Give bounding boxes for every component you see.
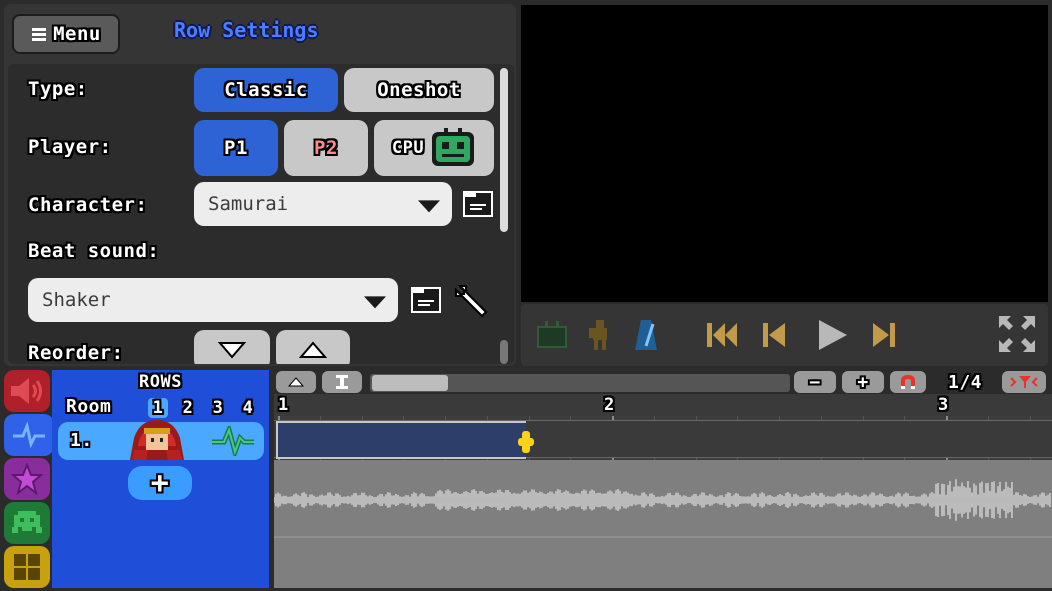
type-classic-button[interactable]: Classic	[194, 68, 338, 112]
timeline-toolbar: − + 1/4	[274, 370, 1052, 394]
character-label: Character:	[28, 194, 148, 216]
hamburger-icon	[32, 28, 47, 41]
folder-icon[interactable]	[410, 284, 442, 314]
chevron-down-icon	[364, 296, 386, 309]
row-index: 1.	[70, 430, 93, 451]
caret-up-icon	[288, 377, 304, 387]
beat-sound-value: Shaker	[42, 289, 111, 311]
rows-title: ROWS	[139, 372, 182, 392]
timeline-area: ROWS Room 1 2 3 4 1. + − + 1/4 1 2 3	[0, 368, 1052, 591]
waveform-divider	[274, 536, 1052, 538]
arrow-down-icon	[218, 342, 246, 359]
row-item[interactable]: 1.	[58, 420, 264, 460]
bar-number: 3	[938, 395, 949, 415]
player-p1-button[interactable]: P1	[194, 120, 278, 176]
sprites-tab[interactable]	[4, 502, 50, 544]
grid-icon	[14, 554, 40, 580]
row-settings-panel: Menu Row Settings Type: Classic Oneshot …	[4, 4, 516, 366]
row-track[interactable]	[274, 420, 1052, 459]
scroll-up-button[interactable]	[276, 371, 316, 393]
speaker-icon	[11, 378, 42, 404]
room-3-button[interactable]: 3	[208, 398, 228, 418]
chevron-down-icon	[418, 200, 440, 213]
zoom-out-button[interactable]: −	[794, 371, 836, 393]
room-2-button[interactable]: 2	[178, 398, 198, 418]
play-icon[interactable]	[815, 318, 849, 352]
rooms-tab[interactable]	[4, 546, 50, 588]
transport-bar	[521, 304, 1048, 366]
panel-title: Row Settings	[174, 18, 319, 42]
robot-icon	[432, 128, 475, 166]
scrollbar-track-end[interactable]	[500, 340, 508, 364]
menu-label: Menu	[53, 23, 101, 45]
fullscreen-icon[interactable]	[997, 314, 1037, 354]
player-p2-button[interactable]: P2	[284, 120, 368, 176]
wrench-icon[interactable]	[452, 282, 490, 320]
timeline-scroll-slider[interactable]	[370, 374, 790, 392]
beat-sound-label: Beat sound:	[28, 240, 160, 262]
type-label: Type:	[28, 78, 88, 100]
heartbeat-icon	[13, 422, 45, 448]
reorder-label: Reorder:	[28, 342, 124, 364]
room-4-button[interactable]: 4	[238, 398, 258, 418]
zoom-in-button[interactable]: +	[842, 371, 884, 393]
level-preview[interactable]	[521, 5, 1048, 302]
filter-icon	[1010, 376, 1038, 388]
waveform	[274, 460, 1052, 588]
magnet-icon	[901, 375, 915, 389]
menu-button[interactable]: Menu	[12, 14, 120, 54]
bar-number: 2	[604, 395, 615, 415]
actions-tab[interactable]	[4, 458, 50, 500]
star-icon	[11, 463, 43, 495]
room-1-button[interactable]: 1	[148, 398, 168, 418]
bar-number: 1	[278, 395, 289, 415]
snap-value-label[interactable]: 1/4	[932, 371, 998, 393]
snap-toggle-button[interactable]	[890, 371, 926, 393]
skip-to-start-icon[interactable]	[705, 318, 739, 352]
invader-icon	[12, 511, 42, 533]
next-icon[interactable]	[871, 318, 897, 352]
move-up-button[interactable]	[276, 330, 350, 364]
heartbeat-icon	[212, 426, 254, 456]
move-down-button[interactable]	[194, 330, 270, 364]
tv-icon[interactable]	[535, 318, 569, 352]
beat-hold-region[interactable]	[276, 421, 526, 459]
beat-sound-dropdown[interactable]: Shaker	[28, 278, 398, 322]
resize-icon	[336, 375, 348, 389]
waveform-graphic	[274, 479, 1052, 538]
scrollbar-thumb[interactable]	[500, 68, 508, 232]
filter-button[interactable]	[1002, 371, 1046, 393]
arrow-up-icon	[299, 341, 327, 358]
character-icon[interactable]	[587, 318, 613, 352]
rows-tab[interactable]	[4, 414, 54, 456]
slider-thumb[interactable]	[372, 375, 448, 391]
room-label: Room	[66, 396, 112, 417]
metronome-icon[interactable]	[633, 318, 659, 352]
waveform-path	[274, 479, 1051, 521]
row-height-button[interactable]	[322, 371, 362, 393]
character-dropdown[interactable]: Samurai	[194, 182, 452, 226]
player-cpu-button[interactable]: CPU	[374, 120, 494, 176]
add-row-button[interactable]: +	[128, 466, 192, 501]
character-value: Samurai	[208, 193, 289, 215]
settings-body: Type: Classic Oneshot Player: P1 P2 CPU …	[8, 64, 514, 364]
folder-icon[interactable]	[462, 188, 494, 218]
player-p2-label: P2	[314, 137, 338, 159]
sound-tab[interactable]	[4, 370, 50, 412]
bar-ruler[interactable]: 1 2 3	[274, 394, 1052, 416]
player-label: Player:	[28, 136, 112, 158]
samurai-portrait-icon	[130, 420, 184, 460]
rows-panel: ROWS Room 1 2 3 4 1. +	[52, 370, 269, 588]
previous-icon[interactable]	[761, 318, 787, 352]
type-oneshot-button[interactable]: Oneshot	[344, 68, 494, 112]
timeline-grid[interactable]: 1 2 3	[274, 394, 1052, 588]
player-cpu-label: CPU	[391, 138, 425, 158]
beat-marker[interactable]	[518, 431, 534, 453]
